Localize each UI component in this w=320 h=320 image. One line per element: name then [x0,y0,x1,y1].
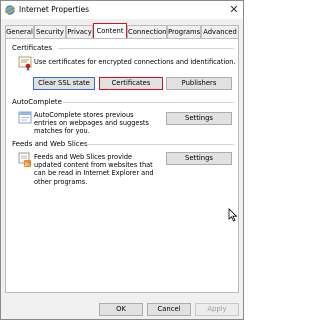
publishers-button[interactable]: Publishers [166,77,232,90]
autocomplete-description: AutoComplete stores previous entries on … [34,111,149,136]
title-bar: Internet Properties ✕ [1,1,243,19]
content-tab-panel: Certificates Use certificates for encryp… [5,38,239,293]
mouse-cursor-icon [228,208,238,222]
tab-advanced[interactable]: Advanced [201,25,239,38]
tab-programs[interactable]: Programs [167,25,201,38]
certificates-description: Use certificates for encrypted connectio… [34,58,236,66]
tab-connections[interactable]: Connections [127,25,167,38]
clear-ssl-state-button[interactable]: Clear SSL state [33,77,95,90]
apply-button[interactable]: Apply [195,303,239,316]
tab-content[interactable]: Content [93,23,127,39]
tab-strip: General Security Privacy Connections Pro… [5,23,241,39]
close-button[interactable]: ✕ [227,3,241,17]
certificates-heading: Certificates [12,44,53,52]
feeds-icon [18,152,31,167]
tab-general[interactable]: General [5,25,34,38]
cancel-button[interactable]: Cancel [147,303,191,316]
ok-button[interactable]: OK [99,303,143,316]
window-title: Internet Properties [19,5,90,14]
feeds-settings-button[interactable]: Settings [166,152,232,165]
tab-security[interactable]: Security [34,25,66,38]
certificates-button[interactable]: Certificates [99,77,163,90]
autocomplete-icon [18,111,32,124]
feeds-divider [84,144,234,145]
feeds-description: Feeds and Web Slices provide updated con… [34,153,154,186]
ie-globe-icon [5,5,15,15]
certificates-divider [58,48,234,49]
tab-privacy[interactable]: Privacy [66,25,93,38]
autocomplete-divider [63,102,234,103]
feeds-heading: Feeds and Web Slices [12,140,88,148]
internet-properties-dialog: Internet Properties ✕ General Security P… [0,0,244,320]
certificate-icon [18,56,32,71]
autocomplete-heading: AutoComplete [12,98,62,106]
autocomplete-settings-button[interactable]: Settings [166,112,232,125]
